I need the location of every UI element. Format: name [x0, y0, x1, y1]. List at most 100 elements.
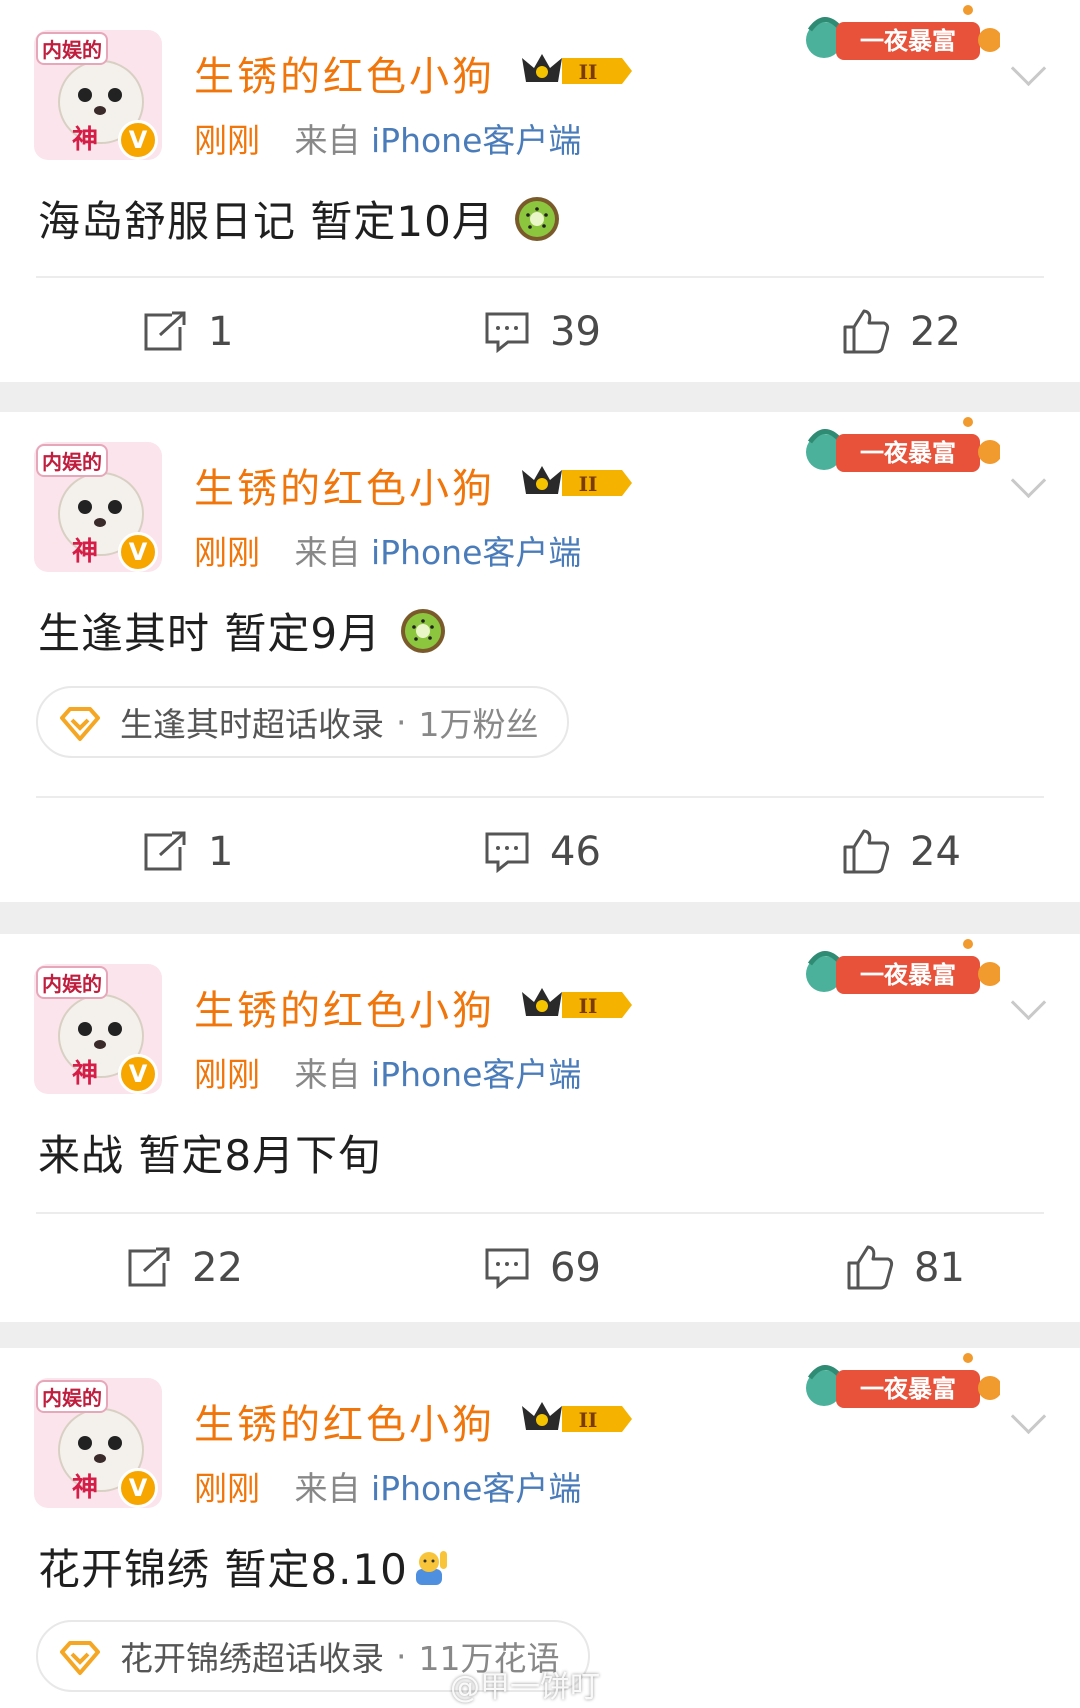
device-link[interactable]: iPhone客户端 [371, 121, 581, 160]
topic-name: 花开锦绣超话收录 [120, 1639, 384, 1678]
repost-count: 22 [192, 1245, 243, 1291]
like-button[interactable]: 22 [842, 302, 961, 362]
super-topic-diamond-icon [60, 707, 100, 741]
banner-text: 一夜暴富 [860, 438, 956, 467]
rank-numeral: II [579, 60, 598, 84]
action-bar: 1 46 24 [0, 822, 1080, 882]
device-link[interactable]: iPhone客户端 [371, 1469, 581, 1508]
source-label: 来自 [294, 533, 361, 572]
comment-button[interactable]: 39 [484, 302, 601, 362]
topic-separator: · [396, 702, 407, 742]
crown-rank-icon[interactable]: II [518, 460, 636, 506]
like-icon [843, 829, 890, 874]
avatar-top-text: 内娱的 [36, 444, 108, 477]
fortune-banner-icon[interactable]: 一夜暴富 [800, 412, 1000, 490]
avatar-bottom-text: 神 [72, 125, 99, 155]
divider [36, 1212, 1044, 1214]
source-label: 来自 [294, 121, 361, 160]
banner-text: 一夜暴富 [860, 960, 956, 989]
like-button[interactable]: 24 [842, 822, 961, 882]
super-topic-diamond-icon [60, 1641, 100, 1675]
post-meta: 刚刚 来自 iPhone客户端 [194, 526, 581, 574]
post-card: 内娱的 神 V 生锈的红色小狗 II 刚刚 来自 iPhone客户端 一夜暴富 … [0, 934, 1080, 1322]
avatar-top-text: 内娱的 [36, 1380, 108, 1413]
like-count: 81 [914, 1245, 965, 1291]
rank-numeral: II [579, 994, 598, 1018]
comment-button[interactable]: 46 [484, 822, 601, 882]
avatar-top-text: 内娱的 [36, 32, 108, 65]
like-icon [843, 309, 890, 354]
chevron-down-icon[interactable] [1010, 462, 1047, 499]
verified-icon: V [118, 120, 158, 160]
like-count: 22 [910, 309, 961, 355]
repost-count: 1 [208, 309, 234, 355]
fortune-banner-icon[interactable]: 一夜暴富 [800, 0, 1000, 78]
comment-count: 39 [550, 309, 601, 355]
source-label: 来自 [294, 1469, 361, 1508]
topic-fans: 1万粉丝 [418, 705, 539, 744]
crown-rank-icon[interactable]: II [518, 48, 636, 94]
post-text: 花开锦绣 暂定8.10 [38, 1545, 408, 1594]
post-card: 内娱的 神 V 生锈的红色小狗 II 刚刚 来自 iPhone客户端 一夜暴富 … [0, 412, 1080, 902]
post-time: 刚刚 [194, 533, 260, 572]
kiwi-emoji-icon [401, 608, 446, 653]
post-text: 海岛舒服日记 暂定10月 [38, 197, 495, 246]
post-text: 生逢其时 暂定9月 [38, 609, 382, 658]
comment-icon [485, 832, 529, 873]
avatar-bottom-text: 神 [72, 537, 99, 567]
repost-icon [128, 1247, 170, 1287]
repost-count: 1 [208, 829, 234, 875]
like-button[interactable]: 81 [846, 1238, 965, 1298]
repost-icon [144, 311, 186, 351]
repost-icon [144, 831, 186, 871]
repost-button[interactable]: 22 [126, 1238, 243, 1298]
rank-numeral: II [579, 472, 598, 496]
username[interactable]: 生锈的红色小狗 [194, 978, 495, 1036]
post-content: 海岛舒服日记 暂定10月 [38, 188, 561, 249]
username[interactable]: 生锈的红色小狗 [194, 456, 495, 514]
fortune-banner-icon[interactable]: 一夜暴富 [800, 1348, 1000, 1426]
waving-person-emoji-icon [415, 1550, 447, 1585]
repost-button[interactable]: 1 [142, 302, 233, 362]
comment-count: 69 [550, 1245, 601, 1291]
post-card: 内娱的 神 V 生锈的红色小狗 II 刚刚 来自 iPhone客户端 一夜暴富 … [0, 1348, 1080, 1708]
crown-rank-icon[interactable]: II [518, 1396, 636, 1442]
post-content: 花开锦绣 暂定8.10 [38, 1536, 452, 1597]
post-time: 刚刚 [194, 1469, 260, 1508]
comment-button[interactable]: 69 [484, 1238, 601, 1298]
like-count: 24 [910, 829, 961, 875]
username[interactable]: 生锈的红色小狗 [194, 44, 495, 102]
post-time: 刚刚 [194, 121, 260, 160]
chevron-down-icon[interactable] [1010, 1398, 1047, 1435]
post-meta: 刚刚 来自 iPhone客户端 [194, 114, 581, 162]
fortune-banner-icon[interactable]: 一夜暴富 [800, 934, 1000, 1012]
topic-name: 生逢其时超话收录 [120, 705, 384, 744]
avatar-bottom-text: 神 [72, 1059, 99, 1089]
action-bar: 1 39 22 [0, 302, 1080, 362]
chevron-down-icon[interactable] [1010, 984, 1047, 1021]
post-content: 生逢其时 暂定9月 [38, 600, 447, 661]
comment-icon [485, 312, 529, 353]
avatar-top-text: 内娱的 [36, 966, 108, 999]
chevron-down-icon[interactable] [1010, 50, 1047, 87]
comment-count: 46 [550, 829, 601, 875]
comment-icon [485, 1248, 529, 1289]
verified-icon: V [118, 532, 158, 572]
divider [36, 276, 1044, 278]
username[interactable]: 生锈的红色小狗 [194, 1392, 495, 1450]
verified-icon: V [118, 1054, 158, 1094]
banner-text: 一夜暴富 [860, 26, 956, 55]
post-card: 内娱的 神 V 生锈的红色小狗 II 刚刚 来自 iPhone客户端 一夜暴富 … [0, 0, 1080, 382]
avatar-bottom-text: 神 [72, 1473, 99, 1503]
banner-text: 一夜暴富 [860, 1374, 956, 1403]
topic-link[interactable]: 生逢其时超话收录 · 1万粉丝 [36, 686, 569, 758]
crown-rank-icon[interactable]: II [518, 982, 636, 1028]
post-meta: 刚刚 来自 iPhone客户端 [194, 1462, 581, 1510]
repost-button[interactable]: 1 [142, 822, 233, 882]
watermark: @甲一饼叮 [450, 1670, 600, 1705]
post-time: 刚刚 [194, 1055, 260, 1094]
action-bar: 22 69 81 [0, 1238, 1080, 1298]
post-content: 来战 暂定8月下旬 [38, 1122, 381, 1183]
device-link[interactable]: iPhone客户端 [371, 1055, 581, 1094]
device-link[interactable]: iPhone客户端 [371, 533, 581, 572]
